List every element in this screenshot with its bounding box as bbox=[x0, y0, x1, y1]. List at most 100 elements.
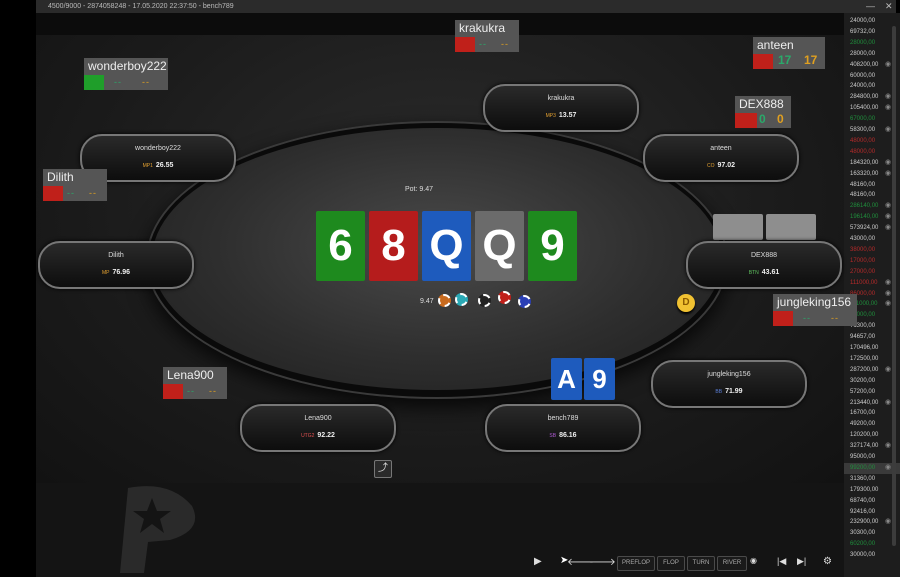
seat-position: CO bbox=[706, 163, 715, 169]
eye-icon[interactable]: ◉ bbox=[885, 201, 891, 212]
sidebar-row-value: 60200,00 bbox=[850, 541, 876, 548]
eye-icon[interactable]: ◉ bbox=[885, 517, 891, 528]
sidebar-row-value: 49200,00 bbox=[850, 421, 876, 428]
sidebar-scrollbar[interactable] bbox=[892, 26, 896, 546]
close-button[interactable]: ✕ bbox=[885, 0, 893, 13]
seat-stack: 97.02 bbox=[717, 162, 736, 169]
tag-value-2: 17 bbox=[804, 53, 818, 67]
sidebar-row[interactable]: 30000,00 bbox=[844, 550, 900, 561]
eye-icon[interactable]: ◉ bbox=[885, 92, 891, 103]
player-tag-jungleking156[interactable]: jungleking156 -- -- bbox=[773, 294, 857, 326]
player-tag-dilith[interactable]: Dilith -- -- bbox=[43, 169, 107, 201]
seat-stack: 76.96 bbox=[112, 269, 131, 276]
seat-krakukra[interactable]: krakukra MP3 13.57 bbox=[483, 84, 639, 132]
eye-icon[interactable]: ◉ bbox=[885, 398, 891, 409]
tag-value-1: -- bbox=[114, 77, 122, 87]
sidebar-row-value: 58300,00 bbox=[850, 127, 876, 133]
seat-anteen[interactable]: anteen CO 97.02 bbox=[643, 134, 799, 182]
step-forward-button[interactable]: 🡒 bbox=[589, 556, 616, 568]
seat-lena900[interactable]: Lena900 UTG2 92.22 bbox=[240, 404, 396, 452]
seat-position: BTN bbox=[748, 270, 759, 276]
chip-icon bbox=[455, 293, 468, 306]
sidebar-row-value: 172500,00 bbox=[850, 355, 879, 362]
sidebar-row-value: 24000,00 bbox=[850, 83, 876, 90]
minimize-button[interactable]: — bbox=[866, 0, 875, 13]
seat-jungleking156[interactable]: jungleking156 BB 71.99 bbox=[651, 360, 807, 408]
flop-button[interactable]: FLOP bbox=[657, 556, 685, 571]
board-card-3: Q bbox=[422, 211, 471, 281]
seat-position: MP1 bbox=[142, 163, 153, 169]
tag-name: Lena900 bbox=[167, 368, 214, 382]
player-tag-krakukra[interactable]: krakukra -- -- bbox=[455, 20, 519, 52]
seat-position: BB bbox=[715, 389, 723, 395]
window-title: 4500/9000 - 2874058248 - 17.05.2020 22:3… bbox=[48, 3, 234, 10]
preflop-button[interactable]: PREFLOP bbox=[617, 556, 655, 571]
dealer-button-icon: D bbox=[677, 294, 695, 312]
seat-position: UTG2 bbox=[301, 433, 315, 439]
sidebar-row-value: 184320,00 bbox=[850, 159, 879, 166]
tag-name: jungleking156 bbox=[777, 295, 852, 309]
board-card-2: 8 bbox=[369, 211, 418, 281]
seat-position: SB bbox=[549, 433, 557, 439]
player-tag-dex888[interactable]: DEX888 0 0 bbox=[735, 96, 791, 128]
sidebar-row-value: 111000,00 bbox=[850, 279, 878, 286]
sidebar-row-value: 408200,00 bbox=[850, 61, 879, 68]
pot-label-text: Pot: bbox=[405, 186, 418, 193]
tag-value-2: -- bbox=[831, 313, 839, 323]
player-tag-wonderboy222[interactable]: wonderboy222 -- -- bbox=[84, 58, 168, 90]
eye-icon[interactable]: ◉ bbox=[885, 365, 891, 376]
tag-color-swatch bbox=[455, 37, 475, 52]
board-card-1: 6 bbox=[316, 211, 365, 281]
eye-icon[interactable]: ◉ bbox=[885, 278, 891, 289]
player-tag-anteen[interactable]: anteen 17 17 bbox=[753, 37, 825, 69]
seat-name: Lena900 bbox=[304, 415, 332, 422]
face-down-card bbox=[766, 214, 816, 240]
eye-icon[interactable]: ◉ bbox=[885, 103, 891, 114]
settings-gear-icon[interactable]: ⚙ bbox=[823, 556, 832, 567]
sidebar-row-value: 68740,00 bbox=[850, 497, 876, 504]
sidebar-row-value: 213440,00 bbox=[850, 399, 879, 406]
seat-dex888[interactable]: DEX888 BTN 43.61 bbox=[686, 241, 842, 289]
eye-icon[interactable]: ◉ bbox=[885, 169, 891, 180]
eye-icon[interactable]: ◉ bbox=[885, 299, 891, 310]
sidebar-row-value: 24000,00 bbox=[850, 18, 876, 24]
sidebar-row-value: 284800,00 bbox=[850, 94, 879, 101]
eye-icon[interactable]: ◉ bbox=[885, 463, 891, 474]
sidebar-row-value: 30000,00 bbox=[850, 552, 876, 559]
eye-icon[interactable]: ◉ bbox=[885, 158, 891, 169]
player-tag-lena900[interactable]: Lena900 -- -- bbox=[163, 367, 227, 399]
sidebar-row-value: 31360,00 bbox=[850, 475, 876, 482]
seat-name: anteen bbox=[710, 145, 732, 152]
table-options-icon[interactable]: ⤴ bbox=[374, 460, 392, 478]
eye-icon[interactable]: ◉ bbox=[885, 125, 891, 136]
face-down-card bbox=[713, 214, 763, 240]
river-button[interactable]: RIVER bbox=[717, 556, 747, 571]
eye-icon[interactable]: ◉ bbox=[885, 223, 891, 234]
eye-icon[interactable]: ◉ bbox=[885, 441, 891, 452]
eye-icon[interactable]: ◉ bbox=[885, 289, 891, 300]
sidebar-row-value: 327174,00 bbox=[850, 443, 879, 450]
play-button[interactable]: ▶ bbox=[534, 556, 542, 567]
tag-value-1: 0 bbox=[759, 112, 766, 126]
tag-value-2: -- bbox=[89, 188, 97, 198]
title-bar: 4500/9000 - 2874058248 - 17.05.2020 22:3… bbox=[36, 0, 896, 13]
eye-icon[interactable]: ◉ bbox=[885, 60, 891, 71]
board-card-5: 9 bbox=[528, 211, 577, 281]
turn-button[interactable]: TURN bbox=[687, 556, 715, 571]
show-cards-eye-icon[interactable]: ◉ bbox=[750, 556, 757, 565]
seat-dilith[interactable]: Dilith MP 76.96 bbox=[38, 241, 194, 289]
sidebar-row[interactable]: 24000,00 bbox=[844, 16, 900, 27]
hero-card-1: A bbox=[551, 358, 582, 400]
tag-value-1: -- bbox=[803, 313, 811, 323]
sidebar-row-value: 16700,00 bbox=[850, 410, 876, 417]
table-top-strip bbox=[36, 13, 844, 35]
seat-bench789[interactable]: bench789 SB 86.16 bbox=[485, 404, 641, 452]
seat-name: Dilith bbox=[108, 252, 124, 259]
first-hand-button[interactable]: |◀ bbox=[777, 556, 786, 567]
sidebar-row-value: 48000,00 bbox=[850, 137, 876, 144]
eye-icon[interactable]: ◉ bbox=[885, 212, 891, 223]
tag-value-1: -- bbox=[187, 386, 195, 396]
sidebar-row-value: 170496,00 bbox=[850, 345, 879, 351]
sidebar-row-value: 48160,00 bbox=[850, 192, 876, 199]
last-hand-button[interactable]: ▶| bbox=[797, 556, 806, 567]
